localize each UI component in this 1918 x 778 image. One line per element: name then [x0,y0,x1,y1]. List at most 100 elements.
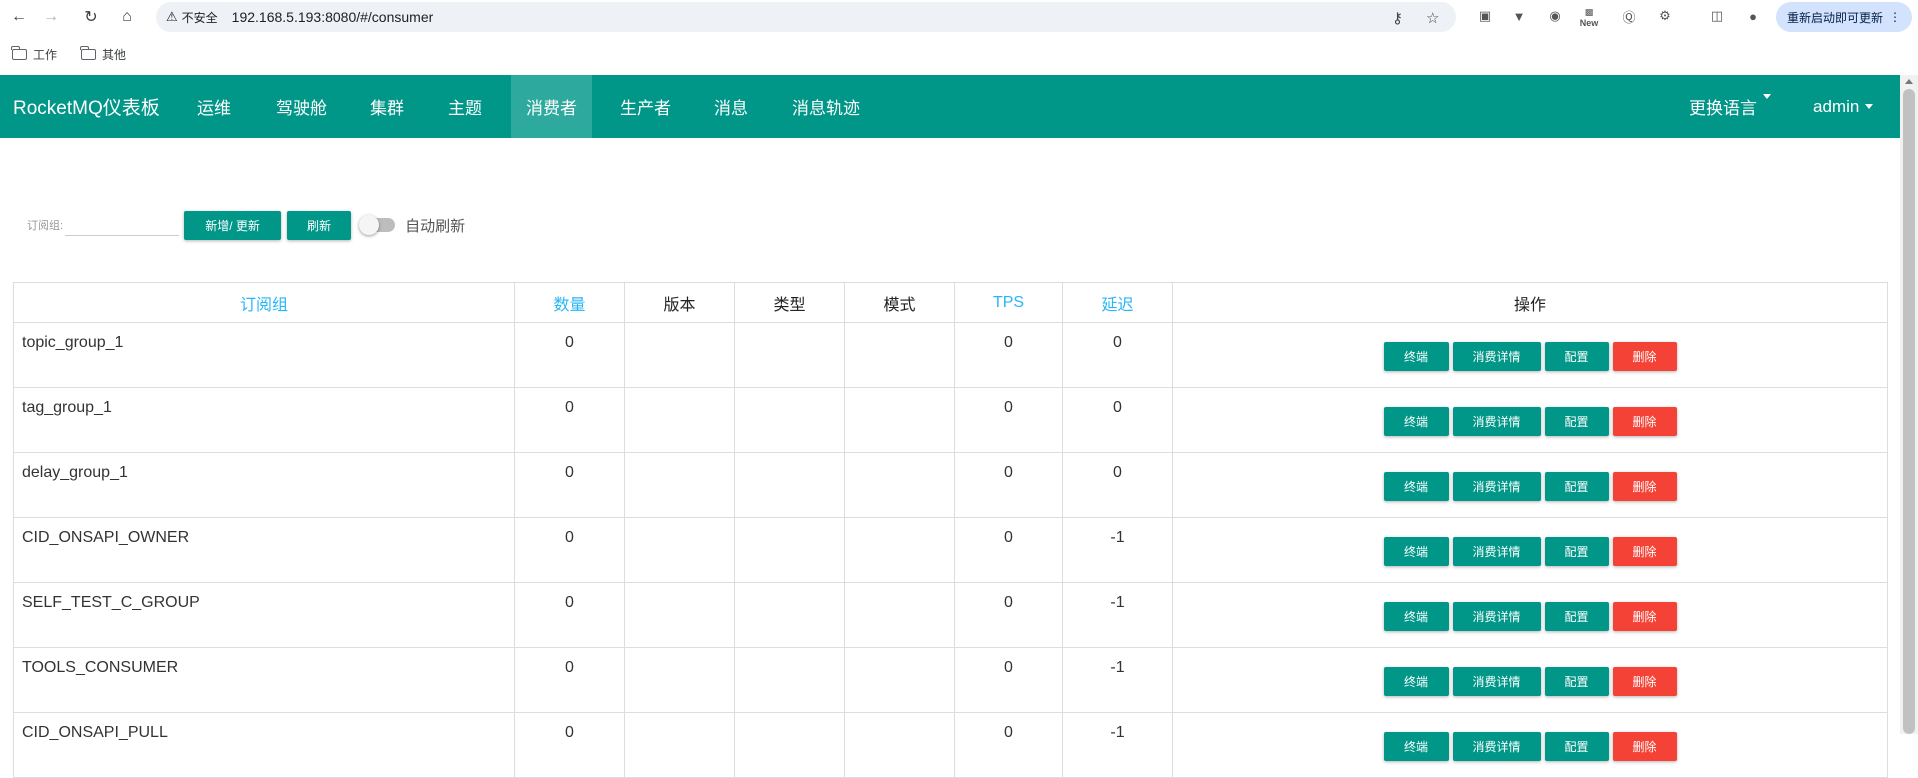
brand-title[interactable]: RocketMQ仪表板 [13,93,160,120]
group-filter-input[interactable] [65,214,180,236]
cell-mode [844,582,955,648]
table-row: TOOLS_CONSUMER 0 0 -1 终端 消费详情 配置 删除 [13,647,1888,713]
cell-group: CID_ONSAPI_PULL [13,712,515,778]
delete-button[interactable]: 删除 [1612,602,1677,631]
page-scrollbar[interactable] [1900,75,1918,734]
table-row: CID_ONSAPI_PULL 0 0 -1 终端 消费详情 配置 删除 [13,712,1888,778]
delete-button[interactable]: 删除 [1612,407,1677,436]
col-header-count[interactable]: 数量 [514,282,625,323]
config-button[interactable]: 配置 [1544,407,1609,436]
terminal-button[interactable]: 终端 [1383,732,1449,761]
col-header-group[interactable]: 订阅组 [13,282,515,323]
url-text[interactable]: 192.168.5.193:8080/#/consumer [232,9,434,25]
app-navbar: RocketMQ仪表板 运维 驾驶舱 集群 主题 消费者 生产者 消息 消息轨迹… [0,75,1900,138]
col-header-mode: 模式 [844,282,955,323]
language-menu-label: 更换语言 [1689,99,1757,118]
nav-producer[interactable]: 生产者 [605,75,686,138]
nav-message-trace[interactable]: 消息轨迹 [777,75,875,138]
consume-detail-button[interactable]: 消费详情 [1452,537,1541,566]
delete-button[interactable]: 删除 [1612,732,1677,761]
config-button[interactable]: 配置 [1544,732,1609,761]
home-icon[interactable]: ⌂ [116,6,138,28]
consume-detail-button[interactable]: 消费详情 [1452,602,1541,631]
cell-type [734,452,845,518]
delete-button[interactable]: 删除 [1612,667,1677,696]
cell-type [734,517,845,583]
delete-button[interactable]: 删除 [1612,342,1677,371]
language-menu[interactable]: 更换语言 [1674,75,1786,138]
cell-actions: 终端 消费详情 配置 删除 [1172,387,1888,453]
delete-button[interactable]: 删除 [1612,537,1677,566]
back-icon[interactable]: ← [8,6,30,28]
star-icon[interactable]: ☆ [1426,9,1439,27]
config-button[interactable]: 配置 [1544,667,1609,696]
bookmark-folder-other[interactable]: 其他 [80,45,126,63]
table-row: delay_group_1 0 0 0 终端 消费详情 配置 删除 [13,452,1888,518]
cell-delay: -1 [1062,517,1173,583]
cell-delay: -1 [1062,647,1173,713]
nav-consumer[interactable]: 消费者 [511,75,592,138]
cell-version [624,517,735,583]
terminal-button[interactable]: 终端 [1383,602,1449,631]
config-button[interactable]: 配置 [1544,472,1609,501]
user-menu[interactable]: admin [1798,75,1888,138]
cell-actions: 终端 消费详情 配置 删除 [1172,322,1888,388]
nav-ops[interactable]: 运维 [182,75,246,138]
warning-icon: ⚠ [166,9,178,24]
bookmark-folder-work[interactable]: 工作 [11,45,57,63]
profile-icon[interactable]: ● [1744,7,1762,25]
update-button[interactable]: 重新启动即可更新 ⋮ [1776,2,1912,32]
col-header-tps[interactable]: TPS [954,282,1063,323]
terminal-button[interactable]: 终端 [1383,472,1449,501]
vue-extension-icon[interactable]: ▼ [1510,7,1528,25]
new-extension-icon[interactable]: ▩ New [1580,5,1599,29]
nav-dashboard[interactable]: 驾驶舱 [261,75,342,138]
cell-tps: 0 [954,387,1063,453]
nav-cluster[interactable]: 集群 [355,75,419,138]
col-header-type: 类型 [734,282,845,323]
consume-detail-button[interactable]: 消费详情 [1452,732,1541,761]
config-button[interactable]: 配置 [1544,342,1609,371]
address-bar[interactable]: ⚠ 不安全 192.168.5.193:8080/#/consumer ⚷ ☆ [156,2,1456,32]
consume-detail-button[interactable]: 消费详情 [1452,667,1541,696]
delete-button[interactable]: 删除 [1612,472,1677,501]
more-icon: ⋮ [1889,10,1901,24]
auto-refresh-toggle[interactable] [359,215,396,235]
cell-delay: -1 [1062,712,1173,778]
extension-icon[interactable]: ▣ [1476,7,1494,25]
cell-tps: 0 [954,517,1063,583]
forward-icon[interactable]: → [40,6,62,28]
scroll-thumb[interactable] [1903,89,1915,734]
col-header-delay[interactable]: 延迟 [1062,282,1173,323]
add-update-button[interactable]: 新增/ 更新 [184,210,282,240]
nav-topic[interactable]: 主题 [433,75,497,138]
nav-message[interactable]: 消息 [699,75,763,138]
cell-tps: 0 [954,582,1063,648]
consume-detail-button[interactable]: 消费详情 [1452,342,1541,371]
cell-version [624,647,735,713]
extension-circle-icon[interactable]: ◉ [1546,7,1564,25]
terminal-button[interactable]: 终端 [1383,537,1449,566]
key-icon[interactable]: ⚷ [1392,9,1403,27]
sidepanel-icon[interactable]: ◫ [1708,7,1726,25]
terminal-button[interactable]: 终端 [1383,407,1449,436]
consume-detail-button[interactable]: 消费详情 [1452,472,1541,501]
s-extension-icon[interactable]: Ⓠ [1620,7,1638,25]
security-indicator[interactable]: ⚠ 不安全 [166,9,218,26]
config-button[interactable]: 配置 [1544,602,1609,631]
caret-down-icon [1763,94,1771,99]
config-button[interactable]: 配置 [1544,537,1609,566]
scroll-up-icon[interactable] [1905,79,1913,84]
refresh-button[interactable]: 刷新 [287,210,352,240]
cell-group: TOOLS_CONSUMER [13,647,515,713]
puzzle-icon[interactable]: ⚙ [1656,7,1674,25]
cell-count: 0 [514,322,625,388]
consume-detail-button[interactable]: 消费详情 [1452,407,1541,436]
reload-icon[interactable]: ↻ [80,6,102,28]
cell-type [734,582,845,648]
cell-version [624,322,735,388]
terminal-button[interactable]: 终端 [1383,342,1449,371]
terminal-button[interactable]: 终端 [1383,667,1449,696]
cell-mode [844,712,955,778]
table-header-row: 订阅组 数量 版本 类型 模式 TPS 延迟 操作 [13,282,1888,323]
